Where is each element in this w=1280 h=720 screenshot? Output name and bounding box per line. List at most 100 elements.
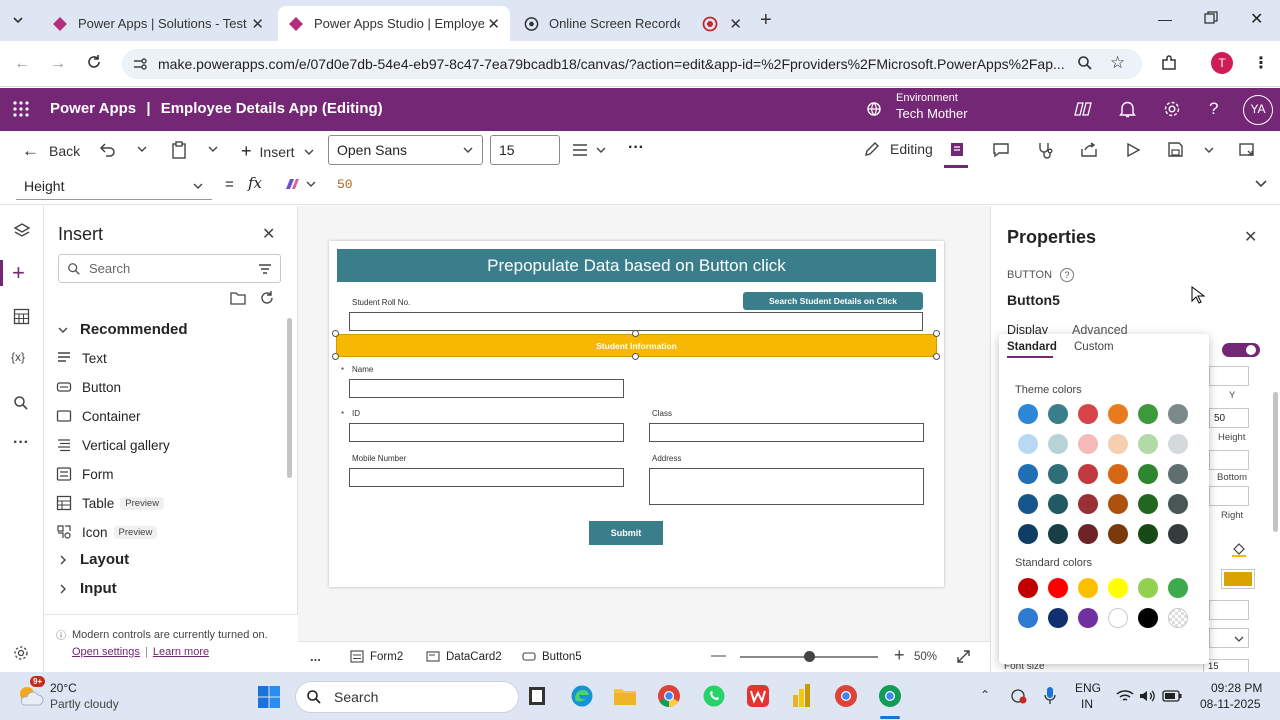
color-swatch[interactable] xyxy=(1078,404,1098,424)
wps-office-icon[interactable] xyxy=(746,684,770,708)
class-input[interactable] xyxy=(649,423,924,442)
back-button[interactable]: ← Back xyxy=(22,141,80,161)
chrome-profile-icon[interactable] xyxy=(834,684,858,708)
insert-item-form[interactable]: Form xyxy=(56,460,114,488)
copilot-icon[interactable] xyxy=(1074,100,1092,118)
property-input[interactable] xyxy=(1209,486,1249,506)
color-swatch[interactable] xyxy=(1138,608,1158,628)
security-status-icon[interactable] xyxy=(1010,688,1028,704)
color-swatch[interactable] xyxy=(1108,494,1128,514)
property-input[interactable] xyxy=(1209,450,1249,470)
microphone-icon[interactable] xyxy=(1043,686,1057,706)
profile-avatar[interactable]: T xyxy=(1211,52,1233,74)
publish-icon[interactable] xyxy=(1238,142,1256,158)
selection-handle[interactable] xyxy=(632,353,639,360)
notifications-bell-icon[interactable] xyxy=(1119,100,1136,118)
color-swatch[interactable] xyxy=(1138,404,1158,424)
language-code[interactable]: ENG xyxy=(1075,681,1101,695)
open-settings-link[interactable]: Open settings xyxy=(72,646,140,658)
color-swatch[interactable] xyxy=(1168,464,1188,484)
color-swatch[interactable] xyxy=(1078,524,1098,544)
font-family-select[interactable]: Open Sans xyxy=(328,135,483,165)
color-swatch[interactable] xyxy=(1078,464,1098,484)
whatsapp-icon[interactable] xyxy=(702,684,726,708)
insert-search-input[interactable]: Search xyxy=(58,254,281,283)
id-input[interactable] xyxy=(349,423,624,442)
filter-icon[interactable] xyxy=(258,263,272,275)
share-icon[interactable] xyxy=(1080,142,1098,158)
color-swatch[interactable] xyxy=(1138,524,1158,544)
edge-browser-icon[interactable] xyxy=(570,684,594,708)
tab-list-icon[interactable] xyxy=(10,12,26,28)
forward-arrow-icon[interactable]: → xyxy=(50,55,66,73)
color-swatch[interactable] xyxy=(1138,464,1158,484)
language-region[interactable]: IN xyxy=(1081,697,1093,711)
wifi-icon[interactable] xyxy=(1116,689,1134,703)
color-swatch[interactable] xyxy=(1138,434,1158,454)
color-swatch[interactable] xyxy=(1048,404,1068,424)
color-swatch[interactable] xyxy=(1108,608,1128,628)
clock-date[interactable]: 08-11-2025 xyxy=(1200,697,1261,711)
zoom-slider-thumb[interactable] xyxy=(803,651,815,662)
property-select[interactable] xyxy=(1209,628,1249,648)
clock-time[interactable]: 09:28 PM xyxy=(1211,681,1262,695)
color-swatch[interactable] xyxy=(1168,494,1188,514)
battery-icon[interactable] xyxy=(1162,690,1182,702)
back-arrow-icon[interactable]: ← xyxy=(14,55,30,73)
close-icon[interactable]: ✕ xyxy=(487,15,500,33)
fit-to-window-icon[interactable] xyxy=(956,649,971,664)
extensions-icon[interactable] xyxy=(1160,54,1178,72)
color-swatch[interactable] xyxy=(1048,608,1068,628)
fill-color-swatch[interactable] xyxy=(1221,569,1255,589)
app-checker-icon[interactable] xyxy=(948,141,966,159)
close-icon[interactable]: ✕ xyxy=(251,15,264,33)
text-align-icon[interactable] xyxy=(572,143,588,157)
color-swatch[interactable] xyxy=(1018,608,1038,628)
window-close-icon[interactable]: ✕ xyxy=(1250,9,1263,29)
name-input[interactable] xyxy=(349,379,624,398)
zoom-icon[interactable] xyxy=(1077,55,1093,71)
recommended-section-header[interactable]: Recommended xyxy=(58,321,188,338)
save-icon[interactable] xyxy=(1167,141,1184,158)
color-swatch[interactable] xyxy=(1078,578,1098,598)
selection-handle[interactable] xyxy=(332,330,339,337)
undo-icon[interactable] xyxy=(98,141,116,159)
save-menu-chevron-icon[interactable] xyxy=(1203,144,1215,156)
power-bi-icon[interactable] xyxy=(790,683,812,709)
color-swatch[interactable] xyxy=(1018,464,1038,484)
stethoscope-icon[interactable] xyxy=(1036,141,1054,159)
chrome-icon[interactable] xyxy=(657,684,681,708)
insert-item-icon[interactable]: Icon Preview xyxy=(56,518,158,546)
color-swatch[interactable] xyxy=(1078,608,1098,628)
layout-group-header[interactable]: Layout xyxy=(58,551,129,568)
preview-play-icon[interactable] xyxy=(1125,142,1141,158)
minimize-icon[interactable]: — xyxy=(1158,11,1172,27)
color-swatch[interactable] xyxy=(1078,434,1098,454)
browser-tab-solutions[interactable]: Power Apps | Solutions - Test App ✕ xyxy=(42,6,274,41)
tab-standard[interactable]: Standard xyxy=(1007,341,1057,353)
windows-start-icon[interactable] xyxy=(257,685,281,709)
selection-handle[interactable] xyxy=(933,353,940,360)
insert-item-table[interactable]: Table Preview xyxy=(56,489,165,517)
control-name[interactable]: Button5 xyxy=(1007,292,1060,308)
bookmark-star-icon[interactable]: ☆ xyxy=(1110,53,1125,73)
color-swatch[interactable] xyxy=(1018,494,1038,514)
data-table-icon[interactable] xyxy=(13,308,30,325)
font-size-input[interactable]: 15 xyxy=(490,135,560,165)
editing-mode-button[interactable]: Editing xyxy=(864,141,933,157)
color-swatch[interactable] xyxy=(1048,464,1068,484)
variables-icon[interactable]: {x} xyxy=(11,350,25,364)
new-tab-icon[interactable]: + xyxy=(760,9,772,32)
color-swatch[interactable] xyxy=(1048,524,1068,544)
mobile-number-input[interactable] xyxy=(349,468,624,487)
formula-input[interactable]: 50 xyxy=(337,177,353,192)
selection-handle[interactable] xyxy=(332,353,339,360)
more-tools-icon[interactable]: ··· xyxy=(13,434,29,452)
address-input[interactable] xyxy=(649,468,924,505)
chrome-active-icon[interactable] xyxy=(878,684,902,708)
property-input[interactable] xyxy=(1209,366,1249,386)
refresh-icon[interactable] xyxy=(259,290,275,306)
expand-formula-chevron-icon[interactable] xyxy=(1254,178,1268,190)
close-icon[interactable]: ✕ xyxy=(729,15,742,33)
show-hidden-icons-chevron-icon[interactable]: ⌃ xyxy=(980,688,990,702)
